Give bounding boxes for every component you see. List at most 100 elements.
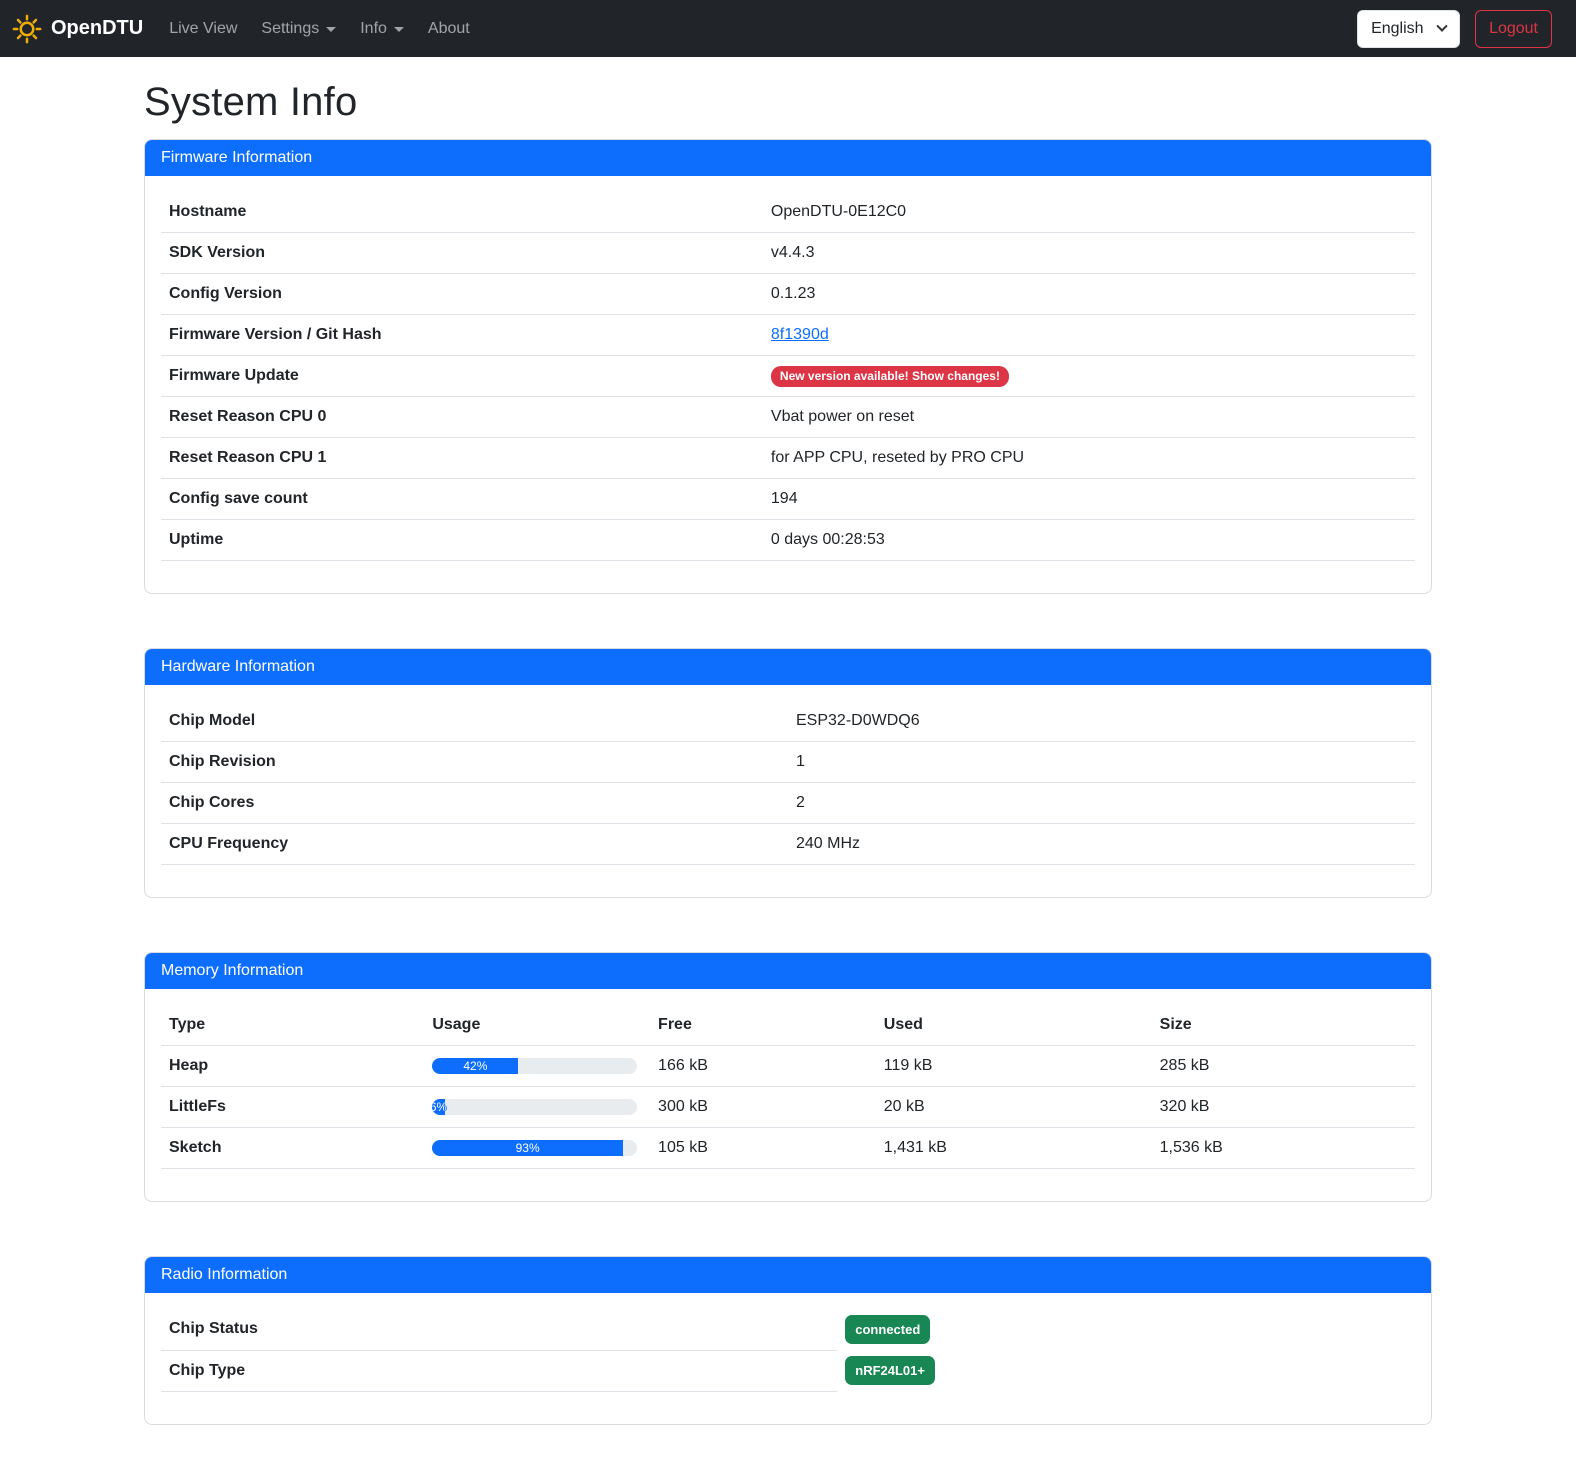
row-value: 0.1.23 xyxy=(763,274,1415,315)
firmware-information-card: Firmware Information Hostname OpenDTU-0E… xyxy=(144,139,1432,594)
table-row: CPU Frequency 240 MHz xyxy=(161,824,1415,865)
memory-used: 20 kB xyxy=(876,1087,1152,1128)
card-body: Hostname OpenDTU-0E12C0 SDK Version v4.4… xyxy=(145,176,1431,593)
column-header-usage: Usage xyxy=(424,1005,650,1046)
memory-free: 300 kB xyxy=(650,1087,876,1128)
row-value: connected xyxy=(837,1309,943,1350)
table-row: Config save count 194 xyxy=(161,479,1415,520)
table-row: Config Version 0.1.23 xyxy=(161,274,1415,315)
card-body: Chip Status connected Chip Type nRF24L01… xyxy=(145,1293,1431,1424)
row-label: Firmware Update xyxy=(161,356,763,397)
chevron-down-icon xyxy=(1436,20,1447,31)
table-row: Chip Model ESP32-D0WDQ6 xyxy=(161,701,1415,742)
table-row: Reset Reason CPU 1 for APP CPU, reseted … xyxy=(161,438,1415,479)
usage-progress-bar: 6% 6% xyxy=(432,1099,637,1115)
table-row: LittleFs 6% 6% 300 kB 20 kB 320 kB xyxy=(161,1087,1415,1128)
row-label: Hostname xyxy=(161,192,763,233)
column-header-free: Free xyxy=(650,1005,876,1046)
row-label: Chip Revision xyxy=(161,742,788,783)
row-label: Reset Reason CPU 1 xyxy=(161,438,763,479)
memory-used: 1,431 kB xyxy=(876,1128,1152,1169)
memory-usage-cell: 42% 42% xyxy=(424,1046,650,1087)
row-label: Reset Reason CPU 0 xyxy=(161,397,763,438)
nav-item-about[interactable]: About xyxy=(420,12,478,46)
chip-status-badge: connected xyxy=(845,1315,930,1344)
nav-item-live-view[interactable]: Live View xyxy=(161,12,245,46)
language-select[interactable]: English xyxy=(1357,10,1460,48)
memory-free: 166 kB xyxy=(650,1046,876,1087)
table-row: Chip Status connected xyxy=(161,1309,943,1350)
table-row: Hostname OpenDTU-0E12C0 xyxy=(161,192,1415,233)
table-row: Reset Reason CPU 0 Vbat power on reset xyxy=(161,397,1415,438)
memory-table: Type Usage Free Used Size Heap 42% xyxy=(161,1005,1415,1169)
memory-size: 320 kB xyxy=(1152,1087,1415,1128)
brand-label: OpenDTU xyxy=(51,17,143,40)
nav-links: Live View Settings Info About xyxy=(157,12,482,46)
progress-label: 6% xyxy=(432,1099,444,1115)
row-value: 2 xyxy=(788,783,1415,824)
row-label: SDK Version xyxy=(161,233,763,274)
column-header-type: Type xyxy=(161,1005,424,1046)
nav-item-label: Info xyxy=(360,20,387,38)
usage-progress-bar: 42% 42% xyxy=(432,1058,637,1074)
memory-size: 285 kB xyxy=(1152,1046,1415,1087)
card-body: Chip Model ESP32-D0WDQ6 Chip Revision 1 … xyxy=(145,685,1431,897)
nav-item-info[interactable]: Info xyxy=(352,12,412,46)
table-row: Chip Type nRF24L01+ xyxy=(161,1350,943,1391)
nav-item-label: Settings xyxy=(261,20,319,38)
nav-item-label: Live View xyxy=(169,20,237,38)
hardware-information-card: Hardware Information Chip Model ESP32-D0… xyxy=(144,648,1432,898)
row-value: 1 xyxy=(788,742,1415,783)
row-value: New version available! Show changes! xyxy=(763,356,1415,397)
card-header: Firmware Information xyxy=(145,140,1431,176)
memory-type: Heap xyxy=(161,1046,424,1087)
radio-table: Chip Status connected Chip Type nRF24L01… xyxy=(161,1309,943,1392)
main-content: System Info Firmware Information Hostnam… xyxy=(144,78,1432,1482)
row-label: Config save count xyxy=(161,479,763,520)
row-value: 8f1390d xyxy=(763,315,1415,356)
row-value: OpenDTU-0E12C0 xyxy=(763,192,1415,233)
chevron-down-icon xyxy=(394,27,404,32)
chevron-down-icon xyxy=(326,27,336,32)
table-row: Heap 42% 42% 166 kB 119 kB 285 kB xyxy=(161,1046,1415,1087)
card-header: Memory Information xyxy=(145,953,1431,989)
nav-item-settings[interactable]: Settings xyxy=(253,12,344,46)
row-label: Uptime xyxy=(161,520,763,561)
git-hash-link[interactable]: 8f1390d xyxy=(771,326,829,343)
brand[interactable]: OpenDTU xyxy=(12,14,143,44)
radio-information-card: Radio Information Chip Status connected … xyxy=(144,1256,1432,1425)
memory-information-card: Memory Information Type Usage Free Used … xyxy=(144,952,1432,1202)
navbar: OpenDTU Live View Settings Info About En… xyxy=(0,0,1576,57)
table-row: Firmware Version / Git Hash 8f1390d xyxy=(161,315,1415,356)
table-row: Uptime 0 days 00:28:53 xyxy=(161,520,1415,561)
sun-icon xyxy=(12,14,42,44)
row-label: Chip Model xyxy=(161,701,788,742)
memory-size: 1,536 kB xyxy=(1152,1128,1415,1169)
row-label: Chip Status xyxy=(161,1309,837,1350)
row-label: Config Version xyxy=(161,274,763,315)
card-header: Radio Information xyxy=(145,1257,1431,1293)
memory-used: 119 kB xyxy=(876,1046,1152,1087)
row-value: v4.4.3 xyxy=(763,233,1415,274)
table-header-row: Type Usage Free Used Size xyxy=(161,1005,1415,1046)
nav-item-label: About xyxy=(428,20,470,38)
table-row: Chip Cores 2 xyxy=(161,783,1415,824)
table-row: Chip Revision 1 xyxy=(161,742,1415,783)
row-value: 194 xyxy=(763,479,1415,520)
table-row: Firmware Update New version available! S… xyxy=(161,356,1415,397)
hardware-table: Chip Model ESP32-D0WDQ6 Chip Revision 1 … xyxy=(161,701,1415,865)
memory-type: Sketch xyxy=(161,1128,424,1169)
logout-button[interactable]: Logout xyxy=(1475,10,1552,48)
memory-usage-cell: 6% 6% xyxy=(424,1087,650,1128)
card-header: Hardware Information xyxy=(145,649,1431,685)
page-title: System Info xyxy=(144,78,1432,126)
chip-type-badge: nRF24L01+ xyxy=(845,1356,935,1385)
row-value: 0 days 00:28:53 xyxy=(763,520,1415,561)
progress-label: 93% xyxy=(432,1140,623,1156)
firmware-update-badge[interactable]: New version available! Show changes! xyxy=(771,366,1009,387)
row-label: Chip Type xyxy=(161,1350,837,1391)
language-select-value: English xyxy=(1371,20,1423,38)
row-label: CPU Frequency xyxy=(161,824,788,865)
row-value: 240 MHz xyxy=(788,824,1415,865)
column-header-size: Size xyxy=(1152,1005,1415,1046)
